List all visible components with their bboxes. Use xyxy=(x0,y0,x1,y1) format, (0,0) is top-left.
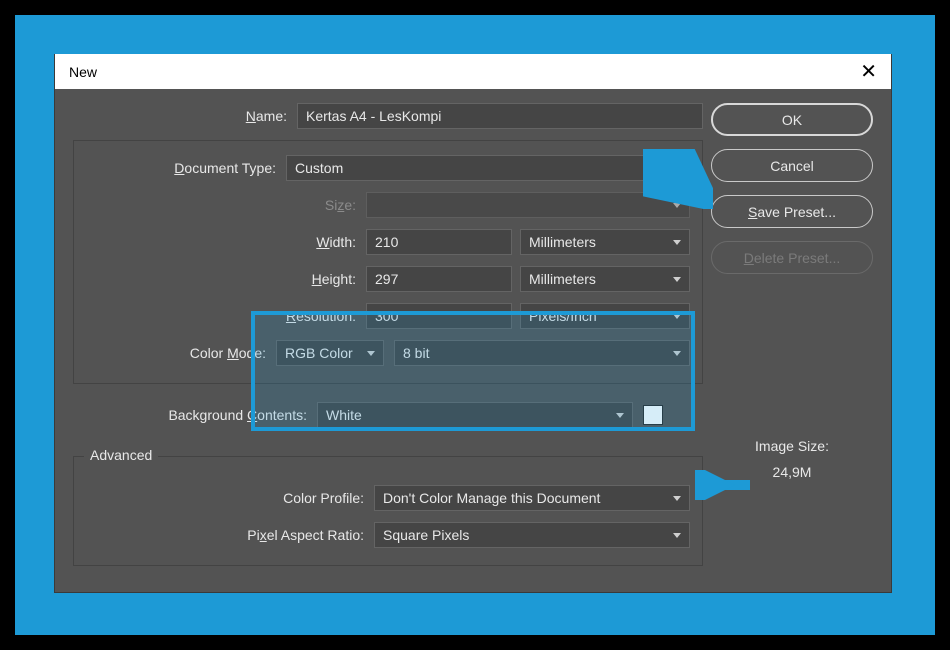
cancel-button[interactable]: Cancel xyxy=(711,149,873,182)
chevron-down-icon xyxy=(673,496,681,501)
document-group: Document Type: Custom Size: xyxy=(73,140,703,384)
image-size-label: Image Size: xyxy=(711,438,873,454)
background-contents-select[interactable]: White xyxy=(317,402,633,428)
close-icon[interactable]: ✕ xyxy=(860,62,877,82)
background-color-swatch[interactable] xyxy=(643,405,663,425)
color-depth-select[interactable]: 8 bit xyxy=(394,340,690,366)
chevron-down-icon xyxy=(616,413,624,418)
chevron-down-icon xyxy=(673,240,681,245)
chevron-down-icon xyxy=(673,277,681,282)
height-unit-select[interactable]: Millimeters xyxy=(520,266,690,292)
color-profile-select[interactable]: Don't Color Manage this Document xyxy=(374,485,690,511)
width-label: Width: xyxy=(316,234,356,250)
width-input[interactable]: 210 xyxy=(366,229,512,255)
pixel-aspect-ratio-label: Pixel Aspect Ratio: xyxy=(247,527,364,543)
image-size-info: Image Size: 24,9M xyxy=(711,438,873,480)
dialog-title: New xyxy=(69,64,97,80)
width-unit-select[interactable]: Millimeters xyxy=(520,229,690,255)
height-input[interactable]: 297 xyxy=(366,266,512,292)
chevron-down-icon xyxy=(673,314,681,319)
name-label: Name: xyxy=(246,108,287,124)
ok-button[interactable]: OK xyxy=(711,103,873,136)
save-preset-button[interactable]: Save Preset... xyxy=(711,195,873,228)
color-profile-label: Color Profile: xyxy=(283,490,364,506)
image-size-value: 24,9M xyxy=(711,464,873,480)
chevron-down-icon xyxy=(673,203,681,208)
background-contents-label: Background Contents: xyxy=(168,407,307,423)
chevron-down-icon xyxy=(673,351,681,356)
color-mode-label: Color Mode: xyxy=(190,345,266,361)
resolution-unit-select[interactable]: Pixels/Inch xyxy=(520,303,690,329)
advanced-legend: Advanced xyxy=(84,447,158,463)
document-type-label: Document Type: xyxy=(174,160,276,176)
new-document-dialog: New ✕ Name: Kertas A4 - LesKompi Documen… xyxy=(54,54,892,593)
document-type-select[interactable]: Custom xyxy=(286,155,690,181)
color-mode-select[interactable]: RGB Color xyxy=(276,340,384,366)
resolution-input[interactable]: 300 xyxy=(366,303,512,329)
titlebar: New ✕ xyxy=(55,54,891,89)
name-input[interactable]: Kertas A4 - LesKompi xyxy=(297,103,703,129)
delete-preset-button: Delete Preset... xyxy=(711,241,873,274)
size-label: Size: xyxy=(325,197,356,213)
resolution-label: Resolution: xyxy=(286,308,356,324)
pixel-aspect-ratio-select[interactable]: Square Pixels xyxy=(374,522,690,548)
advanced-group: Advanced Color Profile: Don't Color Mana… xyxy=(73,456,703,566)
chevron-down-icon xyxy=(673,533,681,538)
size-select[interactable] xyxy=(366,192,690,218)
height-label: Height: xyxy=(312,271,356,287)
chevron-down-icon xyxy=(673,166,681,171)
chevron-down-icon xyxy=(367,351,375,356)
